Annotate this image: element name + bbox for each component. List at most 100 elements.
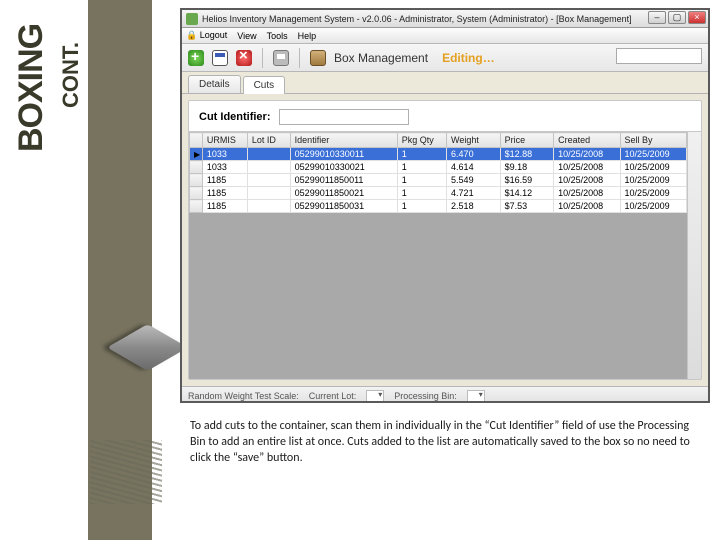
table-row[interactable]: 11850529901185001115.549$16.5910/25/2008… — [190, 174, 687, 187]
cuts-panel: Cut Identifier: URMIS Lot ID Identifier … — [188, 100, 702, 380]
cell-pkgqty: 1 — [397, 174, 446, 187]
cell-lotid — [247, 174, 290, 187]
menu-tools[interactable]: Tools — [267, 31, 288, 41]
cell-lotid — [247, 148, 290, 161]
toolbar: Box Management Editing… — [182, 44, 708, 72]
cancel-button[interactable] — [236, 50, 252, 66]
cut-identifier-label: Cut Identifier: — [199, 111, 271, 123]
cell-identifier: 05299011850031 — [290, 200, 397, 213]
cell-urmis: 1033 — [202, 148, 247, 161]
cell-weight: 5.549 — [447, 174, 501, 187]
cell-lotid — [247, 200, 290, 213]
slide-title-main: BOXING — [12, 24, 51, 152]
cell-urmis: 1185 — [202, 200, 247, 213]
cuts-grid[interactable]: URMIS Lot ID Identifier Pkg Qty Weight P… — [189, 131, 701, 379]
grid-empty-area — [189, 213, 687, 379]
maximize-button[interactable]: ▢ — [668, 11, 686, 24]
cell-lotid — [247, 161, 290, 174]
menu-logout[interactable]: 🔒 Logout — [186, 30, 227, 41]
row-selector[interactable]: ▶ — [190, 148, 203, 161]
cell-lotid — [247, 187, 290, 200]
row-selector[interactable] — [190, 174, 203, 187]
cell-identifier: 05299010330021 — [290, 161, 397, 174]
table-row[interactable]: 1185 0529901185003112.518$7.5310/25/20081… — [190, 200, 687, 213]
status-bar: Random Weight Test Scale: Current Lot: P… — [182, 386, 708, 403]
col-price[interactable]: Price — [500, 133, 554, 148]
cell-created: 10/25/2008 — [554, 161, 620, 174]
cell-created: 10/25/2008 — [554, 148, 620, 161]
app-window: Helios Inventory Management System - v2.… — [180, 8, 710, 403]
cell-identifier: 05299010330011 — [290, 148, 397, 161]
tab-cuts[interactable]: Cuts — [243, 76, 286, 94]
col-lotid[interactable]: Lot ID — [247, 133, 290, 148]
cell-created: 10/25/2008 — [554, 200, 620, 213]
search-input[interactable] — [616, 48, 702, 64]
cell-created: 10/25/2008 — [554, 174, 620, 187]
window-titlebar: Helios Inventory Management System - v2.… — [182, 10, 708, 28]
cell-urmis: 1033 — [202, 161, 247, 174]
cell-pkgqty: 1 — [397, 200, 446, 213]
cell-pkgqty: 1 — [397, 161, 446, 174]
row-selector[interactable] — [190, 187, 203, 200]
status-scale-label: Random Weight Test Scale: — [188, 391, 299, 401]
col-weight[interactable]: Weight — [447, 133, 501, 148]
close-button[interactable]: × — [688, 11, 706, 24]
app-icon — [186, 13, 198, 25]
menu-help[interactable]: Help — [298, 31, 317, 41]
status-bin-label: Processing Bin: — [394, 391, 457, 401]
cell-sellby: 10/25/2009 — [620, 161, 686, 174]
cell-weight: 6.470 — [447, 148, 501, 161]
separator — [262, 48, 263, 68]
tab-details[interactable]: Details — [188, 75, 241, 93]
cell-weight: 4.721 — [447, 187, 501, 200]
cell-pkgqty: 1 — [397, 187, 446, 200]
cell-weight: 2.518 — [447, 200, 501, 213]
current-lot-dropdown[interactable] — [366, 390, 384, 402]
breadcrumb: Box Management — [334, 51, 428, 65]
minimize-button[interactable]: – — [648, 11, 666, 24]
slide-heading-area: BOXING CONT. — [0, 0, 175, 540]
col-identifier[interactable]: Identifier — [290, 133, 397, 148]
cell-sellby: 10/25/2009 — [620, 148, 686, 161]
cell-price: $16.59 — [500, 174, 554, 187]
window-title: Helios Inventory Management System - v2.… — [202, 14, 632, 24]
cell-price: $9.18 — [500, 161, 554, 174]
cell-urmis: 1185 — [202, 174, 247, 187]
cell-sellby: 10/25/2009 — [620, 187, 686, 200]
edit-state-label: Editing… — [442, 51, 495, 65]
cut-identifier-input[interactable] — [279, 109, 409, 125]
col-urmis[interactable]: URMIS — [202, 133, 247, 148]
tab-strip: Details Cuts — [182, 72, 708, 94]
cell-identifier: 05299011850021 — [290, 187, 397, 200]
add-button[interactable] — [188, 50, 204, 66]
status-lot-label: Current Lot: — [309, 391, 357, 401]
cell-created: 10/25/2008 — [554, 187, 620, 200]
print-button[interactable] — [273, 50, 289, 66]
cell-price: $7.53 — [500, 200, 554, 213]
row-header-blank — [190, 133, 203, 148]
row-selector[interactable] — [190, 161, 203, 174]
table-row[interactable]: ▶10330529901033001116.470$12.8810/25/200… — [190, 148, 687, 161]
menu-view[interactable]: View — [237, 31, 256, 41]
separator — [299, 48, 300, 68]
cell-sellby: 10/25/2009 — [620, 200, 686, 213]
slide-caption: To add cuts to the container, scan them … — [190, 418, 690, 467]
cell-price: $14.12 — [500, 187, 554, 200]
cell-sellby: 10/25/2009 — [620, 174, 686, 187]
box-nav-icon[interactable] — [310, 50, 326, 66]
save-button[interactable] — [212, 50, 228, 66]
vertical-scrollbar[interactable] — [687, 132, 701, 379]
cell-pkgqty: 1 — [397, 148, 446, 161]
cell-urmis: 1185 — [202, 187, 247, 200]
menu-bar: 🔒 Logout View Tools Help — [182, 28, 708, 44]
cell-price: $12.88 — [500, 148, 554, 161]
processing-bin-dropdown[interactable] — [467, 390, 485, 402]
decorative-brush — [90, 440, 162, 504]
col-pkgqty[interactable]: Pkg Qty — [397, 133, 446, 148]
cell-weight: 4.614 — [447, 161, 501, 174]
table-row[interactable]: 1033 0529901033002114.614$9.1810/25/20081… — [190, 161, 687, 174]
col-sellby[interactable]: Sell By — [620, 133, 686, 148]
table-row[interactable]: 1185 0529901185002114.721$14.1210/25/2008… — [190, 187, 687, 200]
col-created[interactable]: Created — [554, 133, 620, 148]
row-selector[interactable] — [190, 200, 203, 213]
